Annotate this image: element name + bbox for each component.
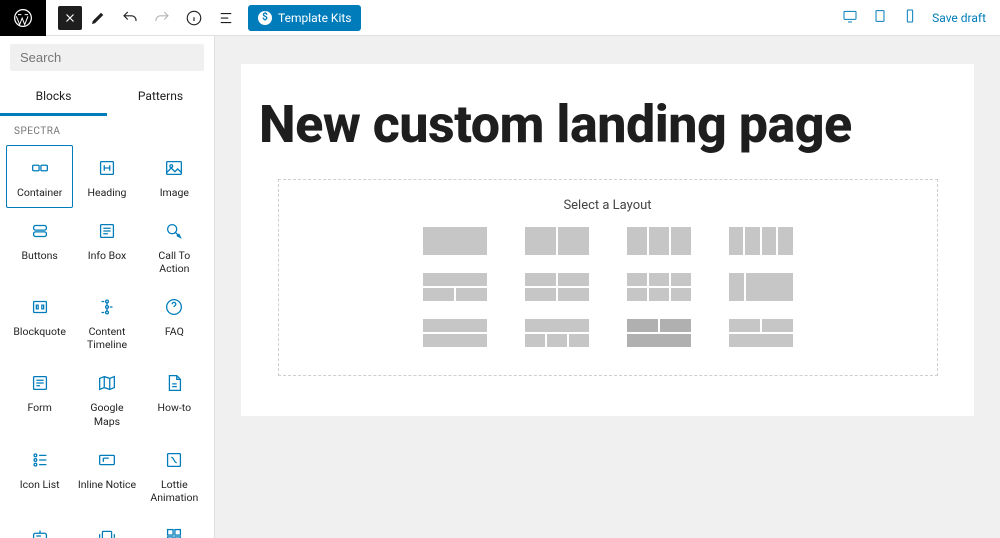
block-item-icon-list[interactable]: Icon List xyxy=(6,437,73,513)
postgrid-icon xyxy=(162,524,186,538)
cta-icon xyxy=(162,219,186,243)
redo-button[interactable] xyxy=(146,0,178,36)
block-item-container[interactable]: Container xyxy=(6,145,73,208)
block-item-label: Lottie Animation xyxy=(144,478,205,504)
block-category-label: SPECTRA xyxy=(0,116,214,141)
block-item-marketing-button[interactable]: Marketing Button xyxy=(6,513,73,538)
block-item-label: How-to xyxy=(158,401,192,414)
block-item-post-grid[interactable]: Post Grid xyxy=(141,513,208,538)
document-info-button[interactable] xyxy=(178,0,210,36)
heading-icon xyxy=(95,156,119,180)
preview-tablet-icon[interactable] xyxy=(872,8,888,28)
block-search-input[interactable] xyxy=(20,50,196,65)
preview-mobile-icon[interactable] xyxy=(902,8,918,28)
infobox-icon xyxy=(95,219,119,243)
block-item-label: Google Maps xyxy=(76,401,137,427)
block-item-label: Form xyxy=(27,401,51,414)
layout-2-over-2[interactable] xyxy=(525,273,589,301)
block-item-faq[interactable]: FAQ xyxy=(141,284,208,360)
block-item-label: Buttons xyxy=(22,249,58,262)
block-item-how-to[interactable]: How-to xyxy=(141,360,208,436)
block-item-label: Container xyxy=(17,186,62,199)
howto-icon xyxy=(162,371,186,395)
block-item-buttons[interactable]: Buttons xyxy=(6,208,73,284)
editor-top-toolbar: $ Template Kits Save draft xyxy=(0,0,1000,36)
notice-icon xyxy=(95,448,119,472)
layout-1-over-2[interactable] xyxy=(423,273,487,301)
block-grid: Container Heading Image Buttons Info Box Call… xyxy=(0,141,214,538)
block-item-info-box[interactable]: Info Box xyxy=(73,208,140,284)
layout-3-over-3[interactable] xyxy=(627,273,691,301)
block-item-inline-notice[interactable]: Inline Notice xyxy=(73,437,140,513)
preview-desktop-icon[interactable] xyxy=(842,8,858,28)
save-draft-button[interactable]: Save draft xyxy=(932,11,986,25)
edit-tool-button[interactable] xyxy=(82,0,114,36)
block-item-label: Inline Notice xyxy=(78,478,136,491)
block-item-post-carousel[interactable]: Post Carousel xyxy=(73,513,140,538)
buttons-icon xyxy=(28,219,52,243)
block-item-label: Blockquote xyxy=(13,325,66,338)
timeline-icon xyxy=(95,295,119,319)
container-layout-picker: Select a Layout xyxy=(278,179,938,376)
inserter-tabs: Blocks Patterns xyxy=(0,79,214,116)
blockquote-icon xyxy=(28,295,52,319)
block-item-label: Content Timeline xyxy=(76,325,137,351)
layout-3col[interactable] xyxy=(627,227,691,255)
block-inserter-panel: Blocks Patterns SPECTRA Container Heading… xyxy=(0,36,215,538)
block-item-heading[interactable]: Heading xyxy=(73,145,140,208)
lottie-icon xyxy=(162,448,186,472)
layout-2col[interactable] xyxy=(525,227,589,255)
iconlist-icon xyxy=(28,448,52,472)
block-item-image[interactable]: Image xyxy=(141,145,208,208)
container-icon xyxy=(28,156,52,180)
marketing-icon xyxy=(28,524,52,538)
carousel-icon xyxy=(95,524,119,538)
layout-2-over-1[interactable] xyxy=(627,319,691,347)
block-item-form[interactable]: Form xyxy=(6,360,73,436)
block-item-cta[interactable]: Call To Action xyxy=(141,208,208,284)
layout-2-over-1b[interactable] xyxy=(729,319,793,347)
tab-patterns[interactable]: Patterns xyxy=(107,79,214,116)
page-title[interactable]: New custom landing page xyxy=(251,94,964,155)
editor-canvas[interactable]: New custom landing page Select a Layout xyxy=(215,36,1000,538)
layout-4col[interactable] xyxy=(729,227,793,255)
list-view-button[interactable] xyxy=(210,0,242,36)
layout-25-75[interactable] xyxy=(729,273,793,301)
close-inserter-button[interactable] xyxy=(58,6,82,30)
block-item-lottie[interactable]: Lottie Animation xyxy=(141,437,208,513)
block-item-label: Icon List xyxy=(20,478,60,491)
layout-1-over-1[interactable] xyxy=(423,319,487,347)
wordpress-logo-button[interactable] xyxy=(0,0,46,36)
form-icon xyxy=(28,371,52,395)
page-surface: New custom landing page Select a Layout xyxy=(241,64,974,416)
template-kits-label: Template Kits xyxy=(278,11,351,25)
block-item-blockquote[interactable]: Blockquote xyxy=(6,284,73,360)
layout-1col[interactable] xyxy=(423,227,487,255)
block-search-field[interactable] xyxy=(10,44,204,71)
block-item-google-maps[interactable]: Google Maps xyxy=(73,360,140,436)
faq-icon xyxy=(162,295,186,319)
block-item-content-timeline[interactable]: Content Timeline xyxy=(73,284,140,360)
tab-blocks[interactable]: Blocks xyxy=(0,79,107,116)
layout-1-over-3[interactable] xyxy=(525,319,589,347)
block-item-label: Image xyxy=(160,186,189,199)
block-item-label: FAQ xyxy=(165,325,184,338)
block-item-label: Heading xyxy=(88,186,127,199)
template-kits-button[interactable]: $ Template Kits xyxy=(248,5,361,31)
template-kits-badge-icon: $ xyxy=(258,11,272,25)
layout-picker-title: Select a Layout xyxy=(279,198,937,213)
map-icon xyxy=(95,371,119,395)
undo-button[interactable] xyxy=(114,0,146,36)
block-item-label: Info Box xyxy=(88,249,127,262)
block-item-label: Call To Action xyxy=(144,249,205,275)
image-icon xyxy=(162,156,186,180)
